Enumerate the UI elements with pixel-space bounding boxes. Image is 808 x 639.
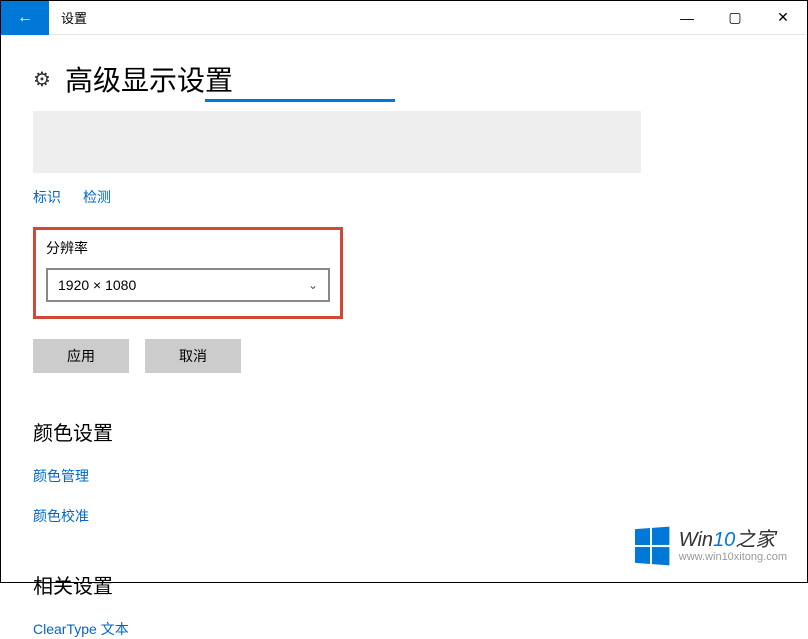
cleartype-link[interactable]: ClearType 文本 — [33, 619, 775, 639]
color-management-link[interactable]: 颜色管理 — [33, 466, 775, 486]
watermark-text: Win10之家 www.win10xitong.com — [679, 529, 787, 563]
watermark-url: www.win10xitong.com — [679, 551, 787, 563]
color-calibration-link[interactable]: 颜色校准 — [33, 506, 775, 526]
identify-link[interactable]: 标识 — [33, 187, 61, 207]
back-button[interactable]: ← — [1, 1, 49, 35]
color-section-header: 颜色设置 — [33, 417, 775, 446]
resolution-section-highlight: 分辨率 1920 × 1080 ⌄ — [33, 227, 343, 319]
display-actions: 标识 检测 — [33, 187, 775, 207]
watermark: Win10之家 www.win10xitong.com — [633, 528, 787, 564]
windows-logo-icon — [635, 527, 669, 566]
window-title: 设置 — [61, 8, 87, 27]
resolution-dropdown[interactable]: 1920 × 1080 ⌄ — [46, 268, 330, 302]
resolution-value: 1920 × 1080 — [58, 277, 136, 293]
gear-icon: ⚙ — [33, 67, 51, 92]
related-section-header: 相关设置 — [33, 570, 775, 599]
display-preview — [33, 111, 641, 173]
close-button[interactable]: ✕ — [759, 1, 807, 35]
page-title: 高级显示设置 — [65, 59, 233, 99]
maximize-icon: ▢ — [728, 9, 741, 26]
detect-link[interactable]: 检测 — [83, 187, 111, 207]
action-buttons: 应用 取消 — [33, 339, 775, 373]
page-header: ⚙ 高级显示设置 — [33, 59, 775, 99]
watermark-brand: Win10之家 — [679, 529, 787, 551]
chevron-down-icon: ⌄ — [308, 278, 318, 292]
minimize-button[interactable]: — — [663, 1, 711, 35]
back-arrow-icon: ← — [17, 9, 33, 27]
cancel-button[interactable]: 取消 — [145, 339, 241, 373]
minimize-icon: — — [680, 10, 694, 26]
close-icon: ✕ — [777, 9, 789, 26]
maximize-button[interactable]: ▢ — [711, 1, 759, 35]
window-controls: — ▢ ✕ — [663, 1, 807, 35]
titlebar: ← 设置 — ▢ ✕ — [1, 1, 807, 35]
apply-button[interactable]: 应用 — [33, 339, 129, 373]
resolution-label: 分辨率 — [46, 238, 330, 258]
